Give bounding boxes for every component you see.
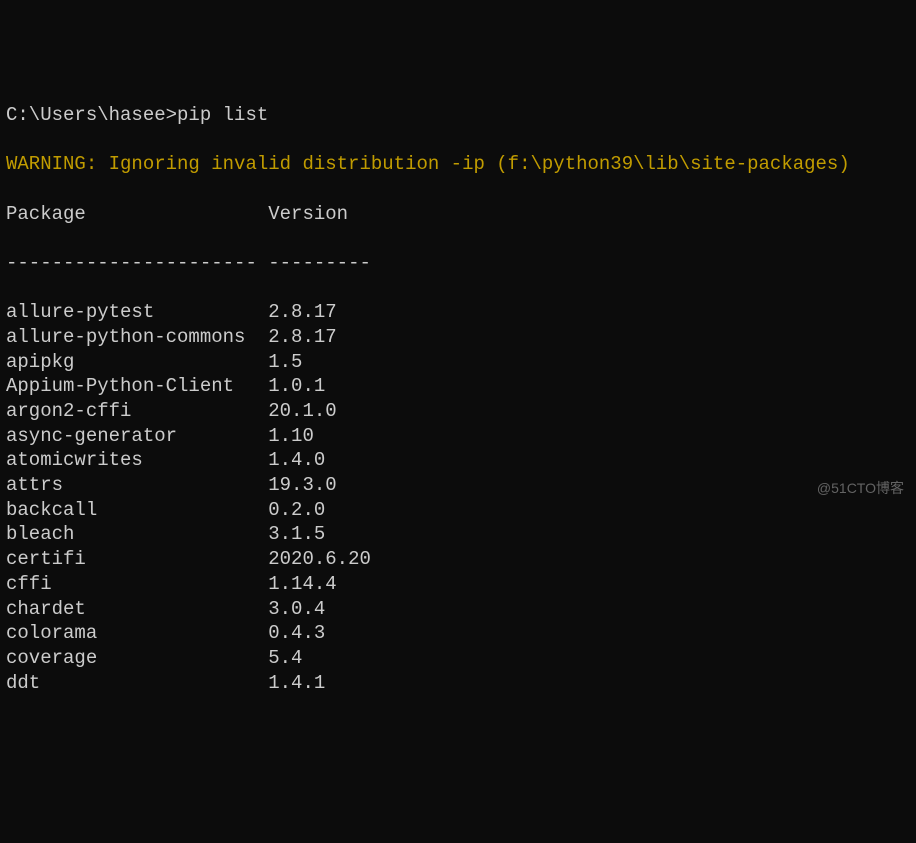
package-name: bleach: [6, 523, 268, 545]
command-prompt-line: C:\Users\hasee>pip list: [6, 103, 910, 128]
table-row: async-generator 1.10: [6, 424, 910, 449]
package-version: 19.3.0: [268, 474, 336, 496]
package-version: 5.4: [268, 647, 302, 669]
prompt-command: pip list: [177, 104, 268, 126]
table-row: atomicwrites 1.4.0: [6, 448, 910, 473]
table-row: coverage 5.4: [6, 646, 910, 671]
table-row: allure-pytest 2.8.17: [6, 300, 910, 325]
package-name: allure-pytest: [6, 301, 268, 323]
package-version: 1.4.1: [268, 672, 325, 694]
table-row: allure-python-commons 2.8.17: [6, 325, 910, 350]
table-row: apipkg 1.5: [6, 350, 910, 375]
table-row: attrs 19.3.0: [6, 473, 910, 498]
package-name: apipkg: [6, 351, 268, 373]
package-version: 0.2.0: [268, 499, 325, 521]
package-version: 1.4.0: [268, 449, 325, 471]
package-version: 20.1.0: [268, 400, 336, 422]
package-name: colorama: [6, 622, 268, 644]
header-version: Version: [268, 203, 348, 225]
package-list: allure-pytest 2.8.17allure-python-common…: [6, 300, 910, 695]
package-name: chardet: [6, 598, 268, 620]
table-row: bleach 3.1.5: [6, 522, 910, 547]
package-version: 2.8.17: [268, 326, 336, 348]
divider-version: ---------: [268, 252, 371, 274]
warning-message: WARNING: Ignoring invalid distribution -…: [6, 152, 910, 177]
table-row: ddt 1.4.1: [6, 671, 910, 696]
package-name: certifi: [6, 548, 268, 570]
package-name: atomicwrites: [6, 449, 268, 471]
watermark: @51CTO博客: [817, 479, 904, 497]
header-package: Package: [6, 203, 268, 225]
package-version: 1.14.4: [268, 573, 336, 595]
prompt-path: C:\Users\hasee>: [6, 104, 177, 126]
table-row: cffi 1.14.4: [6, 572, 910, 597]
package-version: 3.0.4: [268, 598, 325, 620]
package-version: 1.0.1: [268, 375, 325, 397]
package-name: async-generator: [6, 425, 268, 447]
table-row: backcall 0.2.0: [6, 498, 910, 523]
package-version: 1.5: [268, 351, 302, 373]
package-name: attrs: [6, 474, 268, 496]
package-version: 2020.6.20: [268, 548, 371, 570]
table-row: argon2-cffi 20.1.0: [6, 399, 910, 424]
divider-package: ----------------------: [6, 252, 268, 274]
table-divider: ---------------------- ---------: [6, 251, 910, 276]
package-name: coverage: [6, 647, 268, 669]
package-name: ddt: [6, 672, 268, 694]
package-version: 2.8.17: [268, 301, 336, 323]
package-name: backcall: [6, 499, 268, 521]
package-name: cffi: [6, 573, 268, 595]
table-row: Appium-Python-Client 1.0.1: [6, 374, 910, 399]
table-header: Package Version: [6, 202, 910, 227]
table-row: colorama 0.4.3: [6, 621, 910, 646]
table-row: certifi 2020.6.20: [6, 547, 910, 572]
package-name: allure-python-commons: [6, 326, 268, 348]
table-row: chardet 3.0.4: [6, 597, 910, 622]
package-name: argon2-cffi: [6, 400, 268, 422]
package-name: Appium-Python-Client: [6, 375, 268, 397]
package-version: 1.10: [268, 425, 314, 447]
package-version: 0.4.3: [268, 622, 325, 644]
package-version: 3.1.5: [268, 523, 325, 545]
